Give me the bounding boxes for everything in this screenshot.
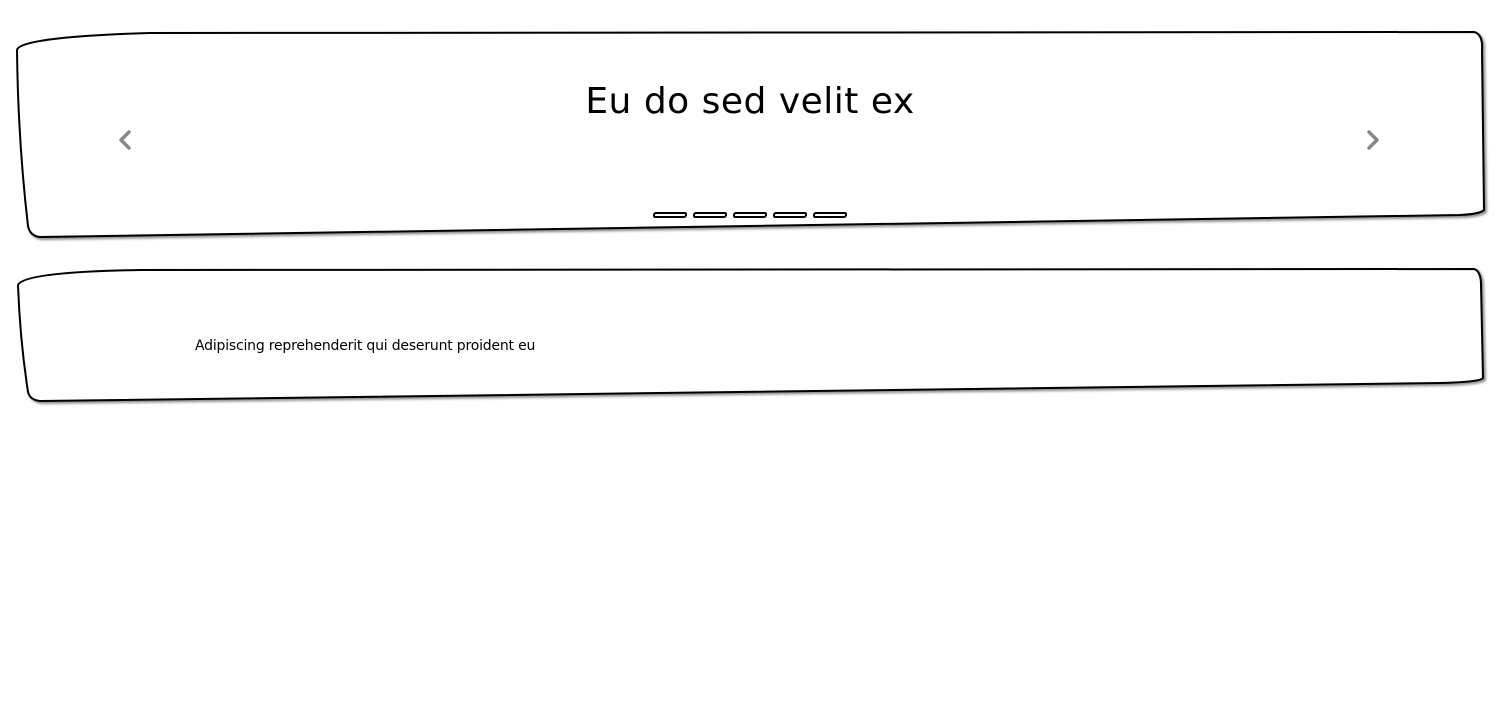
content-card: Adipiscing reprehenderit qui deserunt pr… <box>16 270 1484 402</box>
carousel-indicator-3[interactable] <box>733 212 767 218</box>
page: Eu do sed velit ex Adipiscing reprehende… <box>0 0 1500 720</box>
carousel-indicator-4[interactable] <box>773 212 807 218</box>
slide-title: Eu do sed velit ex <box>585 81 915 122</box>
chevron-right-icon <box>1367 130 1379 150</box>
carousel-indicator-5[interactable] <box>813 212 847 218</box>
carousel-indicators <box>16 212 1484 222</box>
carousel-indicator-2[interactable] <box>693 212 727 218</box>
chevron-left-icon <box>119 130 131 150</box>
carousel-next-button[interactable] <box>1360 128 1384 152</box>
card-text: Adipiscing reprehenderit qui deserunt pr… <box>195 338 536 354</box>
carousel: Eu do sed velit ex <box>16 32 1484 238</box>
carousel-indicator-1[interactable] <box>653 212 687 218</box>
carousel-prev-button[interactable] <box>114 128 138 152</box>
